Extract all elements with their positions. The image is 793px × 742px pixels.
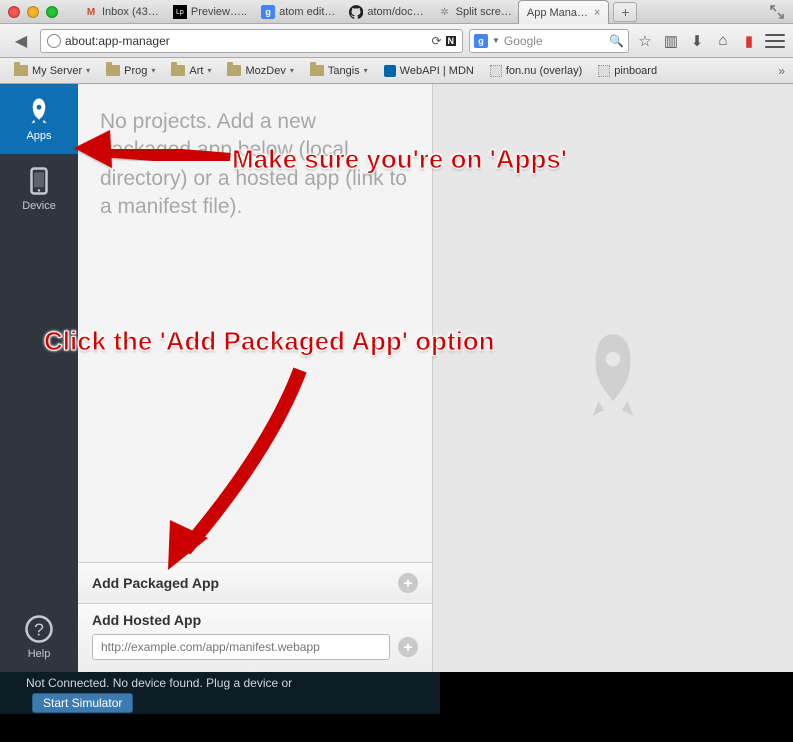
github-icon	[349, 5, 363, 19]
preview-column	[433, 84, 793, 672]
start-simulator-button[interactable]: Start Simulator	[32, 693, 133, 713]
hosted-manifest-input[interactable]	[92, 634, 390, 660]
status-bar: Not Connected. No device found. Plug a d…	[0, 672, 440, 714]
bookmark-label: My Server	[32, 65, 82, 77]
svg-text:?: ?	[34, 619, 44, 639]
folder-icon	[14, 65, 28, 76]
add-packaged-label: Add Packaged App	[92, 575, 219, 591]
plus-icon[interactable]: +	[398, 573, 418, 593]
globe-icon	[47, 34, 61, 48]
rail-item-device[interactable]: Device	[0, 154, 78, 224]
noscript-icon[interactable]: N	[446, 36, 457, 46]
folder-icon	[310, 65, 324, 76]
add-hosted-app-block: Add Hosted App +	[78, 603, 432, 672]
google-icon: g	[474, 34, 488, 48]
empty-projects-message: No projects. Add a new packaged app belo…	[78, 84, 432, 221]
url-text: about:app-manager	[65, 34, 170, 48]
rocket-placeholder-icon	[578, 333, 648, 423]
rail-label: Help	[28, 648, 51, 660]
menu-button[interactable]	[765, 31, 785, 51]
gear-icon: ✲	[438, 5, 452, 19]
placeholder-icon	[598, 65, 610, 77]
browser-tab[interactable]: MInbox (43…	[76, 0, 167, 24]
bookmark-link[interactable]: pinboard	[592, 63, 663, 79]
tab-label: Inbox (43…	[102, 6, 159, 18]
bookmark-label: Prog	[124, 65, 147, 77]
navigation-toolbar: ◀ about:app-manager ⟳ N g ▼ Google 🔍 ☆ ▥…	[0, 24, 793, 58]
bookmarks-overflow-icon[interactable]: »	[778, 64, 785, 78]
bookmark-link[interactable]: fon.nu (overlay)	[484, 63, 588, 79]
traffic-lights	[8, 6, 58, 18]
rocket-icon	[24, 96, 54, 126]
folder-icon	[106, 65, 120, 76]
browser-tab[interactable]: LpPreview…..	[165, 0, 255, 24]
close-tab-icon[interactable]: ×	[594, 7, 600, 19]
bookmark-label: Art	[189, 65, 203, 77]
app-manager-area: Apps Device ? Help No projects. Add a ne…	[0, 84, 793, 672]
url-actions: ⟳ N	[431, 34, 456, 48]
mdn-icon	[384, 65, 396, 77]
browser-tab-active[interactable]: App Mana… ×	[518, 0, 610, 24]
browser-tab[interactable]: g atom edit…	[253, 0, 343, 24]
tab-label: Preview…..	[191, 6, 247, 18]
placeholder-icon	[490, 65, 502, 77]
search-placeholder: Google	[504, 34, 543, 48]
home-icon[interactable]: ⌂	[713, 31, 733, 51]
help-icon: ?	[24, 614, 54, 644]
plus-icon[interactable]: +	[398, 637, 418, 657]
bookmark-label: MozDev	[245, 65, 285, 77]
tab-label: Split scre…	[456, 6, 512, 18]
bookmark-folder[interactable]: MozDev▾	[221, 63, 299, 79]
downloads-icon[interactable]: ⬇	[687, 31, 707, 51]
folder-icon	[171, 65, 185, 76]
bookmark-link[interactable]: WebAPI | MDN	[378, 63, 480, 79]
rail-label: Device	[22, 200, 56, 212]
tab-label: atom edit…	[279, 6, 335, 18]
library-icon[interactable]: ▥	[661, 31, 681, 51]
bookmark-label: fon.nu (overlay)	[506, 65, 582, 77]
bookmark-folder[interactable]: Tangis▾	[304, 63, 374, 79]
bookmarks-bar: My Server▾ Prog▾ Art▾ MozDev▾ Tangis▾ We…	[0, 58, 793, 84]
bookmark-label: WebAPI | MDN	[400, 65, 474, 77]
bookmark-label: Tangis	[328, 65, 360, 77]
bookmark-folder[interactable]: My Server▾	[8, 63, 96, 79]
tab-label: atom/doc…	[367, 6, 423, 18]
projects-column: No projects. Add a new packaged app belo…	[78, 84, 433, 672]
search-icon[interactable]: 🔍	[609, 34, 624, 48]
bookmark-label: pinboard	[614, 65, 657, 77]
search-box[interactable]: g ▼ Google 🔍	[469, 29, 629, 53]
close-window-button[interactable]	[8, 6, 20, 18]
rail-label: Apps	[26, 130, 51, 142]
url-bar[interactable]: about:app-manager ⟳ N	[40, 29, 463, 53]
star-icon[interactable]: ☆	[635, 31, 655, 51]
rail-item-apps[interactable]: Apps	[0, 84, 78, 154]
fullscreen-icon[interactable]	[769, 4, 785, 20]
reload-icon[interactable]: ⟳	[431, 34, 441, 48]
back-button[interactable]: ◀	[8, 28, 34, 54]
browser-tab[interactable]: ✲ Split scre…	[430, 0, 520, 24]
tab-label: App Mana…	[527, 7, 588, 19]
browser-tab[interactable]: atom/doc…	[341, 0, 431, 24]
device-icon	[24, 166, 54, 196]
bookmark-folder[interactable]: Prog▾	[100, 63, 161, 79]
zoom-window-button[interactable]	[46, 6, 58, 18]
minimize-window-button[interactable]	[27, 6, 39, 18]
connection-status: Not Connected. No device found. Plug a d…	[26, 676, 292, 690]
adblock-icon[interactable]: ▮	[739, 31, 759, 51]
rail-item-help[interactable]: ? Help	[0, 602, 78, 672]
add-hosted-label: Add Hosted App	[92, 612, 418, 628]
google-icon: g	[261, 5, 275, 19]
add-packaged-app-row[interactable]: Add Packaged App +	[78, 562, 432, 603]
new-tab-button[interactable]: +	[613, 2, 637, 22]
side-rail: Apps Device ? Help	[0, 84, 78, 672]
window-titlebar: MInbox (43… LpPreview….. g atom edit… ato…	[0, 0, 793, 24]
folder-icon	[227, 65, 241, 76]
tab-strip: MInbox (43… LpPreview….. g atom edit… ato…	[70, 0, 793, 24]
bookmark-folder[interactable]: Art▾	[165, 63, 217, 79]
